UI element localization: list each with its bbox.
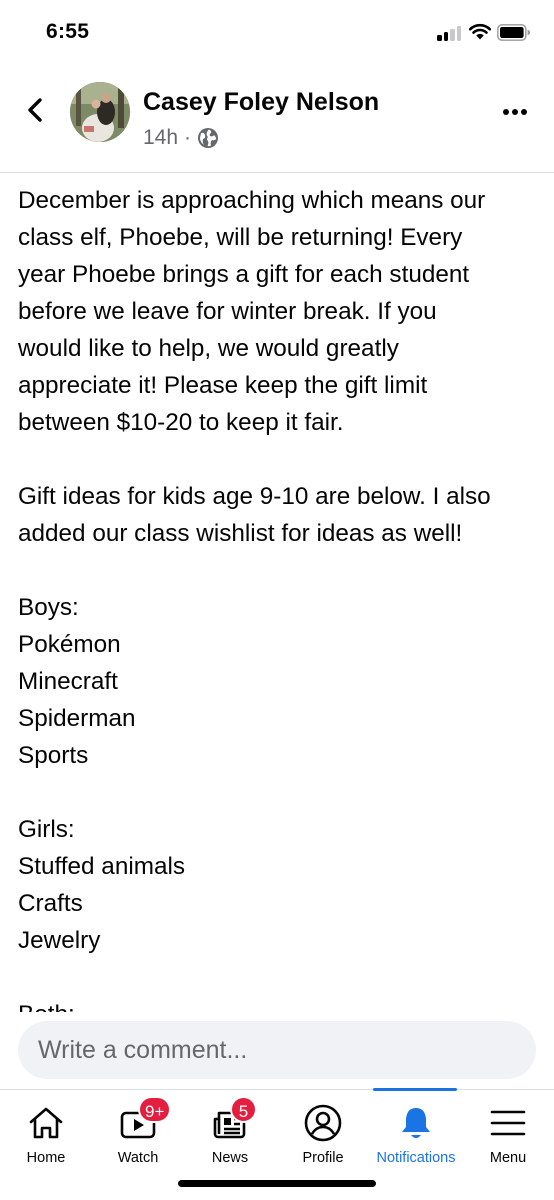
post-line: between $10-20 to keep it fair. <box>18 409 344 436</box>
notification-badge: 5 <box>230 1096 257 1123</box>
post-line: Gift ideas for kids age 9-10 are below. … <box>18 483 491 510</box>
tab-label: Home <box>26 1150 66 1166</box>
author-name[interactable]: Casey Foley Nelson <box>143 88 379 117</box>
post-line: would like to help, we would greatly <box>18 335 399 362</box>
home-indicator[interactable] <box>178 1180 376 1187</box>
status-time: 6:55 <box>46 20 90 43</box>
back-button[interactable] <box>22 96 50 124</box>
tab-label: Watch <box>117 1150 159 1166</box>
post-line: Boys: <box>18 594 79 621</box>
status-bar: 6:55 <box>0 0 554 70</box>
meta-separator: · <box>184 126 192 149</box>
avatar-photo <box>70 82 130 142</box>
tab-home[interactable]: Home <box>0 1090 92 1170</box>
menu-icon <box>490 1110 526 1136</box>
post-line: Pokémon <box>18 631 121 658</box>
tab-label: Notifications <box>376 1150 456 1166</box>
post-line: Minecraft <box>18 668 118 695</box>
more-dot-icon <box>503 109 509 115</box>
post-line: Girls: <box>18 816 75 843</box>
post-timestamp[interactable]: 14h <box>143 126 178 150</box>
post-line: year Phoebe brings a gift for each stude… <box>18 261 470 288</box>
post-meta: 14h · <box>143 126 219 150</box>
tab-label: News <box>211 1150 249 1166</box>
post-paragraph: December is approaching which means our … <box>18 182 538 441</box>
comment-input[interactable] <box>18 1021 536 1079</box>
post-paragraph: Boys: Pokémon Minecraft Spiderman Sports <box>18 589 538 774</box>
post-line: added our class wishlist for ideas as we… <box>18 520 463 547</box>
post-header: Casey Foley Nelson 14h · <box>0 70 554 173</box>
tab-notifications[interactable]: Notifications <box>370 1090 462 1170</box>
post-line: Sports <box>18 742 89 769</box>
post-line: Stuffed animals <box>18 853 186 880</box>
comment-bar <box>0 1012 554 1090</box>
globe-icon <box>198 128 219 148</box>
tab-label: Profile <box>302 1150 344 1166</box>
avatar[interactable] <box>70 82 130 142</box>
profile-icon <box>304 1104 342 1142</box>
post-line: December is approaching which means our <box>18 187 486 214</box>
more-options-button[interactable] <box>503 107 533 117</box>
more-dot-icon <box>521 109 527 115</box>
cellular-signal-icon <box>437 25 463 41</box>
bell-icon <box>402 1108 430 1138</box>
tab-label: Menu <box>489 1150 527 1166</box>
post-line: Crafts <box>18 890 83 917</box>
post-body: December is approaching which means our … <box>18 182 538 1014</box>
wifi-icon <box>468 23 492 40</box>
battery-icon <box>497 24 530 41</box>
notification-badge: 9+ <box>138 1096 172 1123</box>
post-line: Spiderman <box>18 705 136 732</box>
tab-news[interactable]: 5 News <box>184 1090 276 1170</box>
tab-profile[interactable]: Profile <box>277 1090 369 1170</box>
more-dot-icon <box>512 109 518 115</box>
chevron-left-icon <box>28 98 42 122</box>
post-line: before we leave for winter break. If you <box>18 298 437 325</box>
home-icon <box>29 1107 63 1139</box>
tab-watch[interactable]: 9+ Watch <box>92 1090 184 1170</box>
post-paragraph: Girls: Stuffed animals Crafts Jewelry <box>18 811 538 959</box>
post-paragraph: Gift ideas for kids age 9-10 are below. … <box>18 478 538 552</box>
post-line: Jewelry <box>18 927 101 954</box>
post-line: class elf, Phoebe, will be returning! Ev… <box>18 224 463 251</box>
tab-menu[interactable]: Menu <box>462 1090 554 1170</box>
post-line: appreciate it! Please keep the gift limi… <box>18 372 428 399</box>
